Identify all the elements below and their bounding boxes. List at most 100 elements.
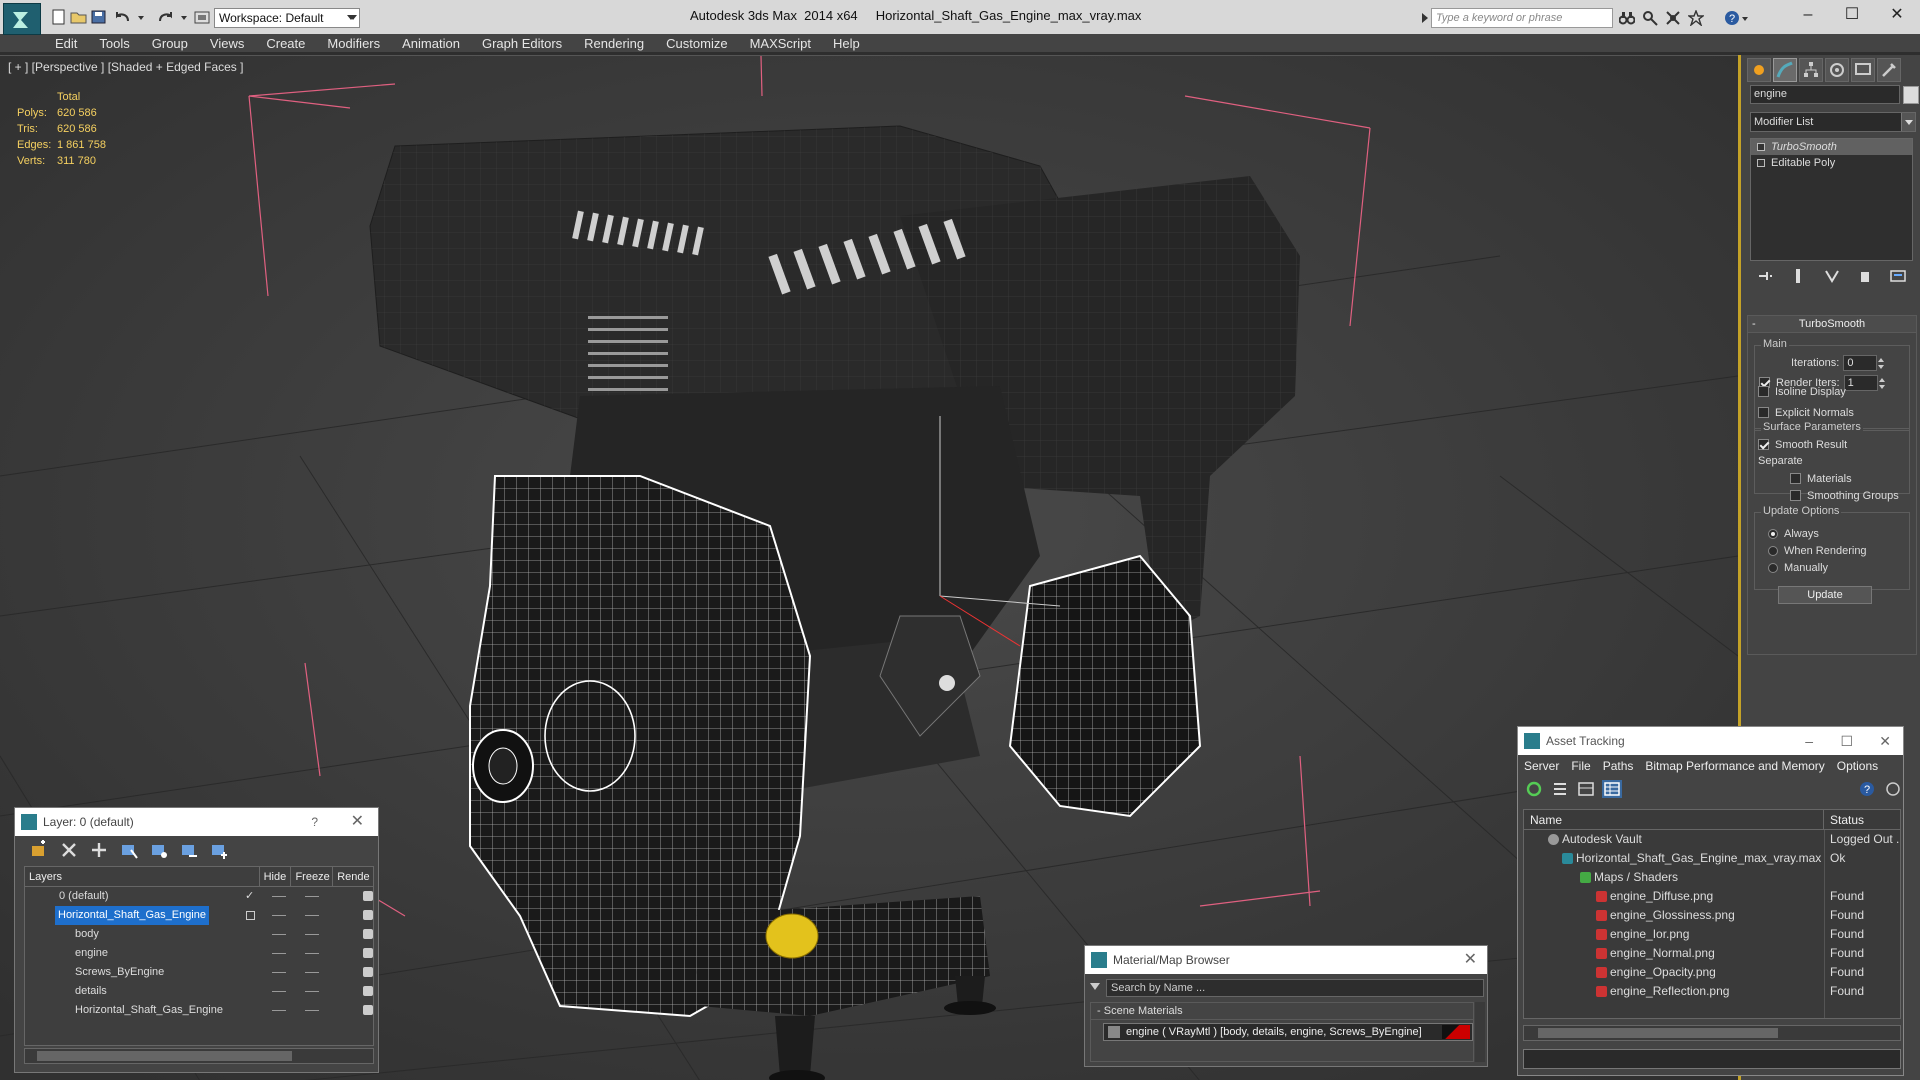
- project-folder-icon[interactable]: [194, 9, 212, 25]
- table-view-icon[interactable]: [1602, 780, 1622, 798]
- hide-all-layers-icon[interactable]: [179, 840, 199, 860]
- object-name-field[interactable]: engine: [1750, 85, 1900, 104]
- remove-modifier-icon[interactable]: [1856, 267, 1874, 285]
- always-radio[interactable]: [1768, 529, 1778, 539]
- object-row[interactable]: engine: [25, 944, 373, 963]
- pin-stack-icon[interactable]: [1756, 267, 1774, 285]
- utilities-tab-icon[interactable]: [1877, 58, 1901, 82]
- asset-row-png[interactable]: engine_Glossiness.png Found: [1524, 906, 1900, 925]
- help-icon[interactable]: ?: [1724, 10, 1740, 26]
- material-search-input[interactable]: Search by Name ...: [1106, 979, 1484, 997]
- asset-help-icon[interactable]: ?: [1857, 780, 1877, 798]
- menu-create[interactable]: Create: [255, 34, 316, 53]
- freeze-toggle[interactable]: [305, 991, 319, 992]
- create-layer-icon[interactable]: [29, 840, 49, 860]
- make-unique-icon[interactable]: [1823, 267, 1841, 285]
- col-layers[interactable]: Layers: [25, 867, 260, 886]
- asset-menu-options[interactable]: Options: [1837, 755, 1878, 777]
- render-teapot-icon[interactable]: [363, 929, 373, 939]
- scene-materials-header[interactable]: - Scene Materials: [1091, 1003, 1473, 1020]
- hide-toggle[interactable]: [272, 972, 286, 973]
- display-tab-icon[interactable]: [1851, 58, 1875, 82]
- create-tab-icon[interactable]: [1747, 58, 1771, 82]
- redo-dropdown-icon[interactable]: [181, 9, 189, 25]
- render-teapot-icon[interactable]: [363, 986, 373, 996]
- menu-animation[interactable]: Animation: [391, 34, 471, 53]
- subscription-icon[interactable]: [1642, 10, 1658, 26]
- scroll-thumb[interactable]: [1538, 1028, 1778, 1038]
- modify-tab-icon[interactable]: [1773, 58, 1797, 82]
- freeze-toggle[interactable]: [305, 972, 319, 973]
- materials-checkbox[interactable]: [1790, 473, 1801, 484]
- freeze-toggle[interactable]: [305, 915, 319, 916]
- undo-icon[interactable]: [114, 9, 132, 25]
- layer-horizontal-scrollbar[interactable]: [24, 1048, 374, 1064]
- app-menu-button[interactable]: [3, 3, 41, 35]
- menu-group[interactable]: Group: [141, 34, 199, 53]
- lightbulb-icon[interactable]: [1757, 143, 1765, 151]
- update-button[interactable]: Update: [1778, 586, 1872, 604]
- layer-row[interactable]: 0 (default) ✓: [25, 887, 373, 906]
- render-teapot-icon[interactable]: [363, 948, 373, 958]
- hide-toggle[interactable]: [272, 934, 286, 935]
- show-end-result-icon[interactable]: [1789, 267, 1807, 285]
- explicit-normals-checkbox[interactable]: [1758, 407, 1769, 418]
- highlight-selected-icon[interactable]: [149, 840, 169, 860]
- menu-edit[interactable]: Edit: [44, 34, 88, 53]
- asset-path-field[interactable]: [1523, 1049, 1901, 1069]
- expand-icon[interactable]: [1757, 159, 1765, 167]
- menu-maxscript[interactable]: MAXScript: [739, 34, 822, 53]
- hierarchy-tab-icon[interactable]: [1799, 58, 1823, 82]
- when-rendering-radio[interactable]: [1768, 546, 1778, 556]
- asset-row-png[interactable]: engine_Diffuse.png Found: [1524, 887, 1900, 906]
- asset-menu-bitmap-performance[interactable]: Bitmap Performance and Memory: [1645, 755, 1824, 777]
- asset-row-maps[interactable]: Maps / Shaders: [1524, 868, 1900, 887]
- col-hide[interactable]: Hide: [260, 867, 292, 886]
- new-file-icon[interactable]: [50, 9, 68, 25]
- browser-options-arrow-icon[interactable]: [1090, 983, 1100, 990]
- asset-close-button[interactable]: ✕: [1879, 727, 1891, 755]
- menu-graph-editors[interactable]: Graph Editors: [471, 34, 573, 53]
- configure-modifier-sets-icon[interactable]: [1889, 267, 1907, 285]
- render-teapot-icon[interactable]: [363, 1005, 373, 1015]
- hide-toggle[interactable]: [272, 1010, 286, 1011]
- layer-row-selected[interactable]: Horizontal_Shaft_Gas_Engine: [25, 906, 373, 925]
- asset-row-maxfile[interactable]: Horizontal_Shaft_Gas_Engine_max_vray.max…: [1524, 849, 1900, 868]
- render-teapot-icon[interactable]: [363, 910, 373, 920]
- object-row[interactable]: body: [25, 925, 373, 944]
- asset-pin-icon[interactable]: [1883, 780, 1903, 798]
- hide-toggle[interactable]: [272, 953, 286, 954]
- motion-tab-icon[interactable]: [1825, 58, 1849, 82]
- workspace-dropdown[interactable]: Workspace: Default: [214, 8, 360, 28]
- select-objects-in-layer-icon[interactable]: [119, 840, 139, 860]
- asset-minimize-button[interactable]: –: [1805, 727, 1813, 755]
- material-browser-titlebar[interactable]: Material/Map Browser ✕: [1085, 946, 1487, 974]
- render-iters-spinner[interactable]: 1: [1843, 375, 1878, 391]
- render-teapot-icon[interactable]: [363, 891, 373, 901]
- layer-panel-titlebar[interactable]: Layer: 0 (default) ? ✕: [15, 808, 378, 836]
- spinner-arrows-icon[interactable]: [1878, 375, 1886, 391]
- asset-row-png[interactable]: engine_Reflection.png Found: [1524, 982, 1900, 1001]
- asset-maximize-button[interactable]: ☐: [1840, 727, 1853, 755]
- material-browser-close-button[interactable]: ✕: [1464, 946, 1477, 974]
- save-file-icon[interactable]: [90, 9, 108, 25]
- favorites-star-icon[interactable]: [1688, 10, 1704, 26]
- undo-dropdown-icon[interactable]: [138, 9, 146, 25]
- rollout-header[interactable]: - TurboSmooth: [1748, 316, 1916, 333]
- stack-item-editable-poly[interactable]: Editable Poly: [1751, 155, 1912, 171]
- object-row[interactable]: Screws_ByEngine: [25, 963, 373, 982]
- delete-layer-icon[interactable]: [59, 840, 79, 860]
- redo-icon[interactable]: [158, 9, 176, 25]
- menu-tools[interactable]: Tools: [88, 34, 140, 53]
- asset-tracking-titlebar[interactable]: Asset Tracking – ☐ ✕: [1518, 727, 1903, 755]
- col-status[interactable]: Status: [1824, 810, 1864, 829]
- freeze-toggle[interactable]: [305, 934, 319, 935]
- close-button[interactable]: ✕: [1882, 5, 1912, 25]
- smooth-result-checkbox[interactable]: [1758, 439, 1769, 450]
- manually-radio[interactable]: [1768, 563, 1778, 573]
- open-file-icon[interactable]: [70, 9, 88, 25]
- communication-icon[interactable]: [1665, 10, 1681, 26]
- object-row[interactable]: details: [25, 982, 373, 1001]
- freeze-toggle[interactable]: [305, 896, 319, 897]
- asset-row-png[interactable]: engine_Opacity.png Found: [1524, 963, 1900, 982]
